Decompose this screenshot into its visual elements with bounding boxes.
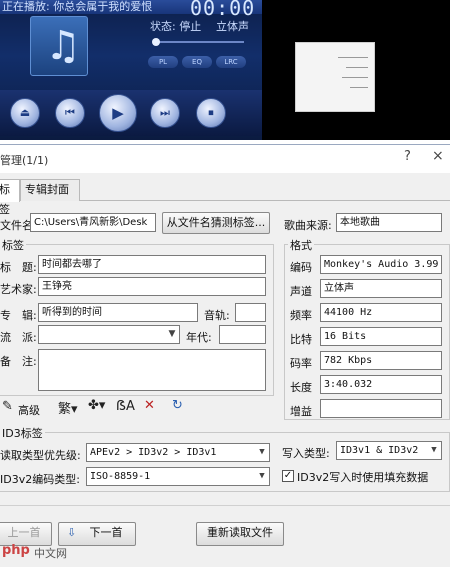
background-window [295,42,375,112]
write-type-dropdown[interactable]: ID3v1 & ID3v2 ▼ [336,441,442,460]
read-priority-value: APEv2 > ID3v2 > ID3v1 [90,447,217,458]
format-text-icon[interactable]: 繁▾ [58,398,78,417]
site-watermark: 中文网 [34,547,67,560]
dialog-footer: 上一首 ⇩ 下一首 重新读取文件 [0,505,450,567]
year-label: 年代: [186,331,212,344]
chevron-down-icon: ▼ [427,442,441,459]
rate-label: 频率 [290,309,312,322]
help-icon[interactable]: ? [404,149,411,164]
length-label: 长度 [290,381,312,394]
track-field[interactable] [235,303,266,322]
length-field: 3:40.032 [320,375,442,394]
next-song-button[interactable]: ⇩ 下一首 [58,522,136,546]
tab-album-cover[interactable]: 专辑封面 [20,179,80,201]
reload-file-button[interactable]: 重新读取文件 [196,522,284,546]
genre-dropdown[interactable]: ▼ [38,325,180,344]
bitrate-field: 782 Kbps [320,351,442,370]
delete-icon[interactable]: ✕ [144,398,155,413]
eject-icon[interactable]: ⏏ [10,98,40,128]
time-display: 00:00 [190,0,256,20]
comment-label: 备 注: [0,355,37,368]
id3-group-title: ID3标签 [0,425,45,441]
dialog-title: 管理(1/1) [0,154,49,167]
music-note-icon: ♫ [45,23,81,69]
source-field[interactable]: 本地歌曲 [336,213,442,232]
stop-icon[interactable]: ⏹ [196,98,226,128]
prev-icon[interactable]: ⏮ [55,98,85,128]
convert-icon[interactable]: ✤▾ [88,398,105,413]
php-logo: php [2,543,30,558]
album-label: 专 辑: [0,309,37,322]
chevron-down-icon: ▼ [255,444,269,461]
tab-tags[interactable]: 标签 [0,179,20,216]
format-group-title: 格式 [288,237,314,253]
encoding-type-dropdown[interactable]: ISO-8859-1 ▼ [86,467,270,486]
close-icon[interactable]: × [432,148,444,164]
guess-from-filename-button[interactable]: 从文件名猜测标签... [162,212,270,234]
play-icon[interactable]: ▶ [99,94,137,132]
next-icon[interactable]: ⏭ [150,98,180,128]
rate-field: 44100 Hz [320,303,442,322]
bitrate-label: 码率 [290,357,312,370]
dialog-titlebar: 管理(1/1) ? × [0,145,450,173]
year-field[interactable] [219,325,266,344]
genre-label: 流 派: [0,331,37,344]
encoding-label: 编码 [290,261,312,274]
channel-field: 立体声 [320,279,442,298]
filename-field[interactable]: C:\Users\青风新影\Desk [30,213,156,232]
tab-bar: 标签 专辑封面 [0,179,450,216]
playlist-toggle[interactable]: PL [148,56,178,68]
fill-data-checkbox[interactable]: ✓ [282,470,294,482]
track-label: 音轨: [204,309,230,322]
gain-label: 增益 [290,405,312,418]
transport-controls: ⏏ ⏮ ▶ ⏭ ⏹ [0,90,262,136]
album-field[interactable]: 听得到的时间 [38,303,198,322]
album-art: ♫ [30,16,88,76]
volume-knob[interactable] [152,38,160,46]
encoding-type-value: ISO-8859-1 [90,471,151,482]
read-priority-dropdown[interactable]: APEv2 > ID3v2 > ID3v1 ▼ [86,443,270,462]
advanced-button[interactable]: 高级 [18,402,40,418]
artist-label: 艺术家: [0,283,37,296]
play-state: 状态: 停止 [150,20,202,33]
edit-icon[interactable]: ✎ [2,399,13,414]
gain-field [320,399,442,418]
source-label: 歌曲来源: [284,219,332,232]
sound-mode: 立体声 [216,20,249,33]
read-priority-label: 读取类型优先级: [0,449,81,462]
fill-data-label: ID3v2写入时使用填充数据 [297,471,429,484]
bits-label: 比特 [290,333,312,346]
channel-label: 声道 [290,285,312,298]
write-type-value: ID3v1 & ID3v2 [340,445,419,456]
down-arrow-icon: ⇩ [67,526,77,539]
next-song-label: 下一首 [89,526,123,539]
bits-field: 16 Bits [320,327,442,346]
player-window: 正在播放: 你总会属于我的爱恨 00:00 ♫ 状态: 停止 立体声 PL EQ L… [0,0,262,140]
lyrics-toggle[interactable]: LRC [216,56,246,68]
tag-editor-dialog: 管理(1/1) ? × 标签 专辑封面 文件名: C:\Users\青风新影\D… [0,144,450,567]
volume-slider[interactable] [150,38,245,46]
artist-field[interactable]: 王铮亮 [38,277,266,296]
tag-group-title: 标签 [0,237,26,253]
encoding-type-label: ID3v2编码类型: [0,473,80,486]
chevron-down-icon: ▼ [255,468,269,485]
title-label: 标 题: [0,261,37,274]
write-type-label: 写入类型: [282,447,330,460]
equalizer-toggle[interactable]: EQ [182,56,212,68]
chevron-down-icon: ▼ [165,326,179,343]
title-field[interactable]: 时间都去哪了 [38,255,266,274]
encoding-field: Monkey's Audio 3.99 [320,255,442,274]
comment-field[interactable] [38,349,266,391]
refresh-icon[interactable]: ↻ [172,398,183,413]
case-icon[interactable]: ẞA [116,399,135,414]
